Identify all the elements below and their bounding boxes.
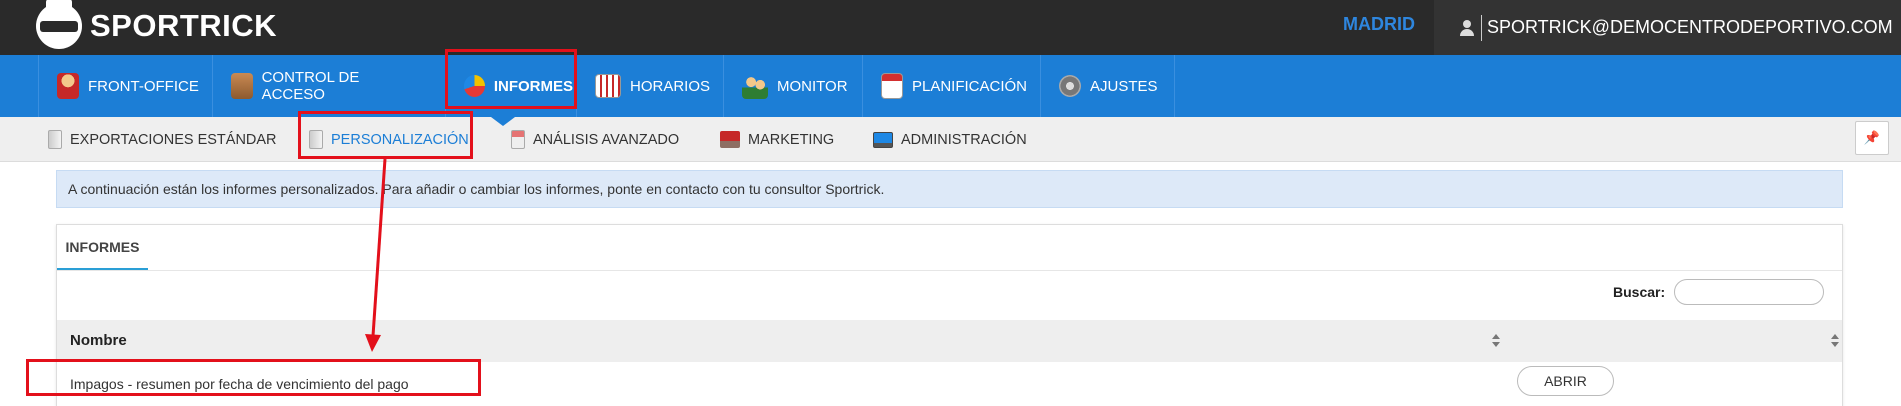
tab-informes[interactable]: INFORMES (57, 225, 148, 270)
access-control-icon (231, 73, 253, 99)
table-header: Nombre (57, 320, 1842, 362)
info-message: A continuación están los informes person… (68, 181, 885, 197)
user-icon (1460, 19, 1474, 36)
user-receptionist-icon (57, 73, 79, 99)
nav-label: AJUSTES (1090, 77, 1158, 95)
subnav-item-exportaciones-estandar[interactable]: EXPORTACIONES ESTÁNDAR (48, 117, 277, 162)
nav-item-ajustes[interactable]: AJUSTES (1040, 55, 1175, 117)
nav-item-front-office[interactable]: FRONT-OFFICE (38, 55, 212, 117)
subnav-label: EXPORTACIONES ESTÁNDAR (70, 131, 277, 148)
active-nav-caret (491, 117, 515, 126)
calendar-icon (881, 73, 903, 99)
nav-label: PLANIFICACIÓN (912, 77, 1028, 95)
location-selector[interactable]: MADRID (1343, 14, 1415, 35)
sportrick-logo[interactable]: SPORTRICK (36, 0, 278, 49)
info-banner: A continuación están los informes person… (56, 170, 1843, 208)
nav-item-horarios[interactable]: HORARIOS (576, 55, 713, 117)
divider (57, 270, 1842, 271)
nav-item-planificacion[interactable]: PLANIFICACIÓN (862, 55, 1039, 117)
nav-label: HORARIOS (630, 77, 711, 95)
annotation-box-personalizacion (298, 111, 473, 159)
account-menu[interactable]: SPORTRICK@DEMOCENTRODEPORTIVO.COM (1434, 0, 1901, 55)
nav-item-control-de-acceso[interactable]: CONTROL DE ACCESO (212, 55, 423, 117)
search-input[interactable] (1674, 279, 1824, 305)
subnav-label: ANÁLISIS AVANZADO (533, 131, 680, 148)
marketing-icon (720, 131, 740, 148)
calendar-grid-icon (595, 74, 621, 98)
column-header-actions[interactable] (1830, 334, 1840, 348)
nav-label: CONTROL DE ACCESO (261, 69, 360, 103)
monitor-icon (873, 131, 893, 148)
document-icon (48, 130, 62, 149)
report-icon (511, 130, 525, 149)
subnav-item-administracion[interactable]: ADMINISTRACIÓN (873, 117, 1027, 162)
nav-label: FRONT-OFFICE (88, 77, 199, 95)
divider (1481, 14, 1482, 41)
subnav-item-marketing[interactable]: MARKETING (720, 117, 834, 162)
brand-name: SPORTRICK (90, 8, 278, 43)
nav-label: MONITOR (777, 77, 848, 95)
search-label: Buscar: (1613, 284, 1666, 300)
people-icon (742, 73, 768, 99)
annotation-box-report-row (26, 359, 481, 396)
main-nav: FRONT-OFFICE CONTROL DE ACCESO INFORMES … (0, 55, 1901, 117)
top-bar: SPORTRICK MADRID SPORTRICK@DEMOCENTRODEP… (0, 0, 1901, 55)
sub-nav: EXPORTACIONES ESTÁNDAR PERSONALIZACIÓN A… (0, 117, 1901, 162)
logo-mascot-icon (36, 0, 82, 49)
subnav-label: MARKETING (748, 131, 835, 148)
sort-icon[interactable] (1491, 334, 1501, 348)
open-report-button[interactable]: ABRIR (1517, 366, 1614, 396)
gear-icon (1059, 75, 1081, 97)
annotation-box-informes (445, 49, 577, 109)
pin-button[interactable]: 📌 (1855, 121, 1889, 155)
nav-item-monitor[interactable]: MONITOR (723, 55, 857, 117)
column-header-nombre[interactable]: Nombre (70, 332, 127, 349)
user-email: SPORTRICK@DEMOCENTRODEPORTIVO.COM (1487, 17, 1893, 37)
subnav-label: ADMINISTRACIÓN (901, 131, 1027, 148)
subnav-item-analisis-avanzado[interactable]: ANÁLISIS AVANZADO (511, 117, 679, 162)
